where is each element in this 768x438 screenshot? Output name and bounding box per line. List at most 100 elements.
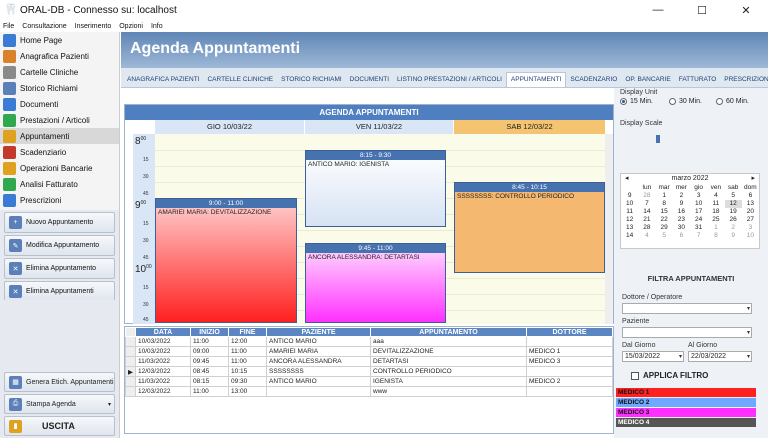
calendar-day[interactable]: 29 <box>656 224 673 232</box>
mini-calendar[interactable]: ◂ marzo 2022 ▸ lun mar mer gio ven sab dom 9 28 1… <box>620 173 760 249</box>
calendar-day[interactable]: 31 <box>690 224 707 232</box>
patient-select[interactable]: ▾ <box>622 327 752 338</box>
calendar-day[interactable]: 8 <box>656 200 673 208</box>
sidebar-item-prestazioni-articoli[interactable]: Prestazioni / Articoli <box>0 112 119 128</box>
calendar-day[interactable]: 16 <box>673 208 690 216</box>
calendar-day[interactable]: 22 <box>656 216 673 224</box>
col-header-inizio[interactable]: INIZIO <box>190 327 229 337</box>
next-month-button[interactable]: ▸ <box>751 174 755 184</box>
calendar-day[interactable]: 13 <box>742 200 759 208</box>
generate-labels-button[interactable]: ▦ Genera Etich. Appuntamenti <box>4 372 115 392</box>
sidebar-item-home-page[interactable]: Home Page <box>0 32 119 48</box>
delete-appointment-button[interactable]: ✕ Elimina Appuntamento <box>4 258 115 279</box>
table-row[interactable]: 12/03/2022 11:00 13:00 www <box>125 386 613 397</box>
calendar-day[interactable]: 5 <box>725 192 742 200</box>
display-scale-slider[interactable] <box>656 135 660 143</box>
tab-fatturato[interactable]: FATTURATO <box>675 76 721 87</box>
day-header-fri[interactable]: VEN 11/03/22 <box>305 120 453 134</box>
maximize-button[interactable]: ☐ <box>680 0 724 20</box>
table-row[interactable]: 11/03/2022 09:45 11:00 ANCORA ALESSANDRA DET… <box>125 356 613 367</box>
calendar-day[interactable]: 4 <box>638 232 655 240</box>
doctor-select[interactable]: ▾ <box>622 303 752 314</box>
menu-inserimento[interactable]: Inserimento <box>75 23 112 30</box>
tab-storico-richiami[interactable]: STORICO RICHIAMI <box>277 76 346 87</box>
calendar-day[interactable]: 12 <box>724 200 742 208</box>
calendar-day[interactable]: 1 <box>656 192 673 200</box>
print-agenda-button[interactable]: ⎙ Stampa Agenda ▾ <box>4 394 115 414</box>
calendar-day[interactable]: 20 <box>742 208 759 216</box>
col-header-paziente[interactable]: PAZIENTE <box>266 327 371 337</box>
tab-anagrafica-pazienti[interactable]: ANAGRAFICA PAZIENTI <box>123 76 203 87</box>
unit-15-radio[interactable]: 15 Min. <box>620 98 653 105</box>
sidebar-item-storico-richiami[interactable]: Storico Richiami <box>0 80 119 96</box>
calendar-day[interactable]: 9 <box>725 232 742 240</box>
from-date-picker[interactable]: 15/03/2022 ▾ <box>622 351 684 362</box>
calendar-day[interactable]: 18 <box>707 208 724 216</box>
calendar-day[interactable]: 3 <box>690 192 707 200</box>
calendar-day[interactable]: 14 <box>638 208 655 216</box>
table-row[interactable]: 10/03/2022 11:00 12:00 ANTICO MARIO aaa <box>125 336 613 347</box>
new-appointment-button[interactable]: + Nuovo Appuntamento <box>4 212 115 233</box>
sidebar-item-documenti[interactable]: Documenti <box>0 96 119 112</box>
calendar-day[interactable]: 30 <box>673 224 690 232</box>
calendar-day[interactable]: 2 <box>673 192 690 200</box>
calendar-day[interactable]: 4 <box>707 192 724 200</box>
doctor-legend-item[interactable]: MEDICO 1 <box>616 388 756 397</box>
tab-prescrizioni[interactable]: PRESCRIZIONI <box>720 76 768 87</box>
table-row[interactable]: 11/03/2022 08:15 09:30 ANTICO MARIO IGENISTA… <box>125 376 613 387</box>
day-header-sat[interactable]: SAB 12/03/22 <box>454 120 605 134</box>
appointments-table[interactable]: DATA INIZIO FINE PAZIENTE APPUNTAMENTO D… <box>124 326 614 434</box>
close-button[interactable]: ✕ <box>724 0 768 20</box>
calendar-day[interactable]: 21 <box>638 216 655 224</box>
calendar-day[interactable]: 7 <box>638 200 655 208</box>
calendar-day[interactable]: 8 <box>707 232 724 240</box>
calendar-day[interactable]: 6 <box>673 232 690 240</box>
calendar-day[interactable]: 24 <box>690 216 707 224</box>
col-header-appuntamento[interactable]: APPUNTAMENTO <box>370 327 527 337</box>
doctor-legend-item[interactable]: MEDICO 3 <box>616 408 756 417</box>
prev-month-button[interactable]: ◂ <box>625 174 629 184</box>
calendar-day[interactable]: 1 <box>707 224 724 232</box>
calendar-day[interactable]: 15 <box>656 208 673 216</box>
appointment-block[interactable]: 8:15 - 9:30 ANTICO MARIO: IGENISTA <box>305 150 446 227</box>
appointment-block[interactable]: 8:45 - 10:15 SSSSSSSS: CONTROLLO PERIODI… <box>454 182 605 273</box>
calendar-day[interactable]: 9 <box>673 200 690 208</box>
agenda-scrollbar[interactable] <box>605 134 613 324</box>
edit-appointment-button[interactable]: ✎ Modifica Appuntamento <box>4 235 115 256</box>
calendar-day[interactable]: 10 <box>742 232 759 240</box>
sidebar-item-cartelle-cliniche[interactable]: Cartelle Cliniche <box>0 64 119 80</box>
minimize-button[interactable]: — <box>636 0 680 20</box>
appointment-block[interactable]: 9:00 - 11:00 AMARIEI MARIA: DEVITALIZZAZ… <box>155 198 297 323</box>
col-header-fine[interactable]: FINE <box>228 327 267 337</box>
sidebar-item-analisi-fatturato[interactable]: Analisi Fatturato <box>0 176 119 192</box>
sidebar-item-appuntamenti[interactable]: Appuntamenti <box>0 128 119 144</box>
calendar-day[interactable]: 5 <box>656 232 673 240</box>
exit-button[interactable]: ▮ USCITA <box>4 416 115 436</box>
calendar-day[interactable]: 6 <box>742 192 759 200</box>
menu-opzioni[interactable]: Opzioni <box>119 23 143 30</box>
appointment-block[interactable]: 9:45 - 11:00 ANCORA ALESSANDRA: DETARTAS… <box>305 243 446 323</box>
calendar-day[interactable]: 3 <box>742 224 759 232</box>
calendar-day[interactable]: 11 <box>707 200 724 208</box>
menu-file[interactable]: File <box>3 23 14 30</box>
menu-consultazione[interactable]: Consultazione <box>22 23 66 30</box>
menu-info[interactable]: Info <box>151 23 163 30</box>
col-header-data[interactable]: DATA <box>135 327 191 337</box>
calendar-day[interactable]: 10 <box>690 200 707 208</box>
calendar-day[interactable]: 23 <box>673 216 690 224</box>
unit-60-radio[interactable]: 60 Min. <box>716 98 749 105</box>
tab-listino-prestazioni-articoli[interactable]: LISTINO PRESTAZIONI / ARTICOLI <box>393 76 506 87</box>
col-header-dottore[interactable]: DOTTORE <box>526 327 613 337</box>
tab-op-bancarie[interactable]: OP. BANCARIE <box>621 76 674 87</box>
tab-appuntamenti[interactable]: APPUNTAMENTI <box>505 72 567 87</box>
doctor-legend-item[interactable]: MEDICO 2 <box>616 398 756 407</box>
tab-scadenzario[interactable]: SCADENZARIO <box>566 76 621 87</box>
calendar-day[interactable]: 25 <box>707 216 724 224</box>
to-date-picker[interactable]: 22/03/2022 ▾ <box>688 351 752 362</box>
doctor-legend-item[interactable]: MEDICO 4 <box>616 418 756 427</box>
apply-filter-checkbox[interactable]: APPLICA FILTRO <box>631 371 708 380</box>
tab-cartelle-cliniche[interactable]: CARTELLE CLINICHE <box>203 76 277 87</box>
calendar-day[interactable]: 7 <box>690 232 707 240</box>
sidebar-item-prescrizioni[interactable]: Prescrizioni <box>0 192 119 208</box>
table-row[interactable]: ▶ 12/03/2022 08:45 10:15 SSSSSSSS CONTROLLO P… <box>125 366 613 377</box>
